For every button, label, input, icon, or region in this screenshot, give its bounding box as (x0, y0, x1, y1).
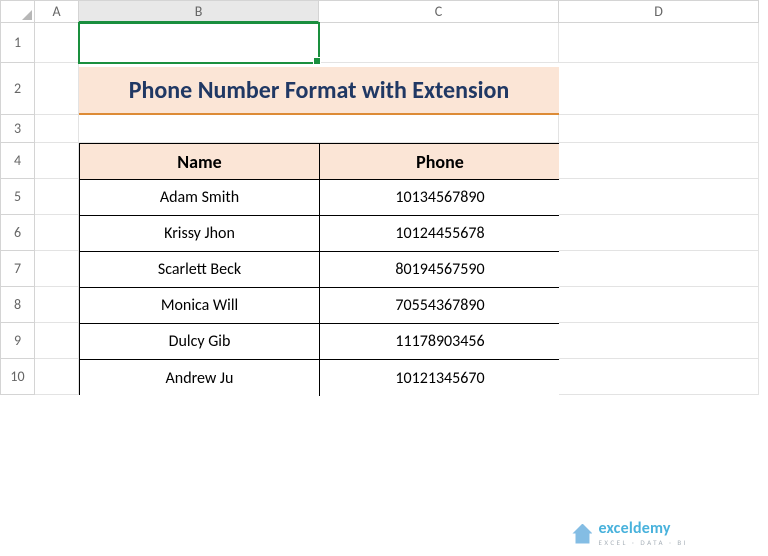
row-header-5[interactable]: 5 (1, 179, 35, 215)
select-all-corner[interactable] (1, 1, 35, 23)
worksheet-grid: A B C D 1 2 Phone Number Format with Ext… (0, 0, 759, 395)
cell-d5[interactable] (559, 179, 759, 215)
cell-d9[interactable] (559, 323, 759, 359)
column-header-d[interactable]: D (559, 1, 759, 23)
table-row[interactable]: Monica Will (80, 288, 320, 324)
row-header-10[interactable]: 10 (1, 359, 35, 395)
table-row[interactable]: 80194567590 (320, 252, 560, 288)
table-row[interactable]: Scarlett Beck (80, 252, 320, 288)
row-header-7[interactable]: 7 (1, 251, 35, 287)
cell-d7[interactable] (559, 251, 759, 287)
table-header-phone: Phone (320, 144, 560, 180)
cell-a9[interactable] (35, 323, 79, 359)
table-header-name: Name (80, 144, 320, 180)
table-row[interactable]: Andrew Ju (80, 360, 320, 396)
cell-a3[interactable] (35, 115, 79, 143)
title-banner: Phone Number Format with Extension (79, 67, 559, 115)
table-row[interactable]: Dulcy Gib (80, 324, 320, 360)
table-row[interactable]: 10121345670 (320, 360, 560, 396)
cell-d3[interactable] (559, 115, 759, 143)
table-row[interactable]: 10124455678 (320, 216, 560, 252)
table-row[interactable]: Krissy Jhon (80, 216, 320, 252)
cell-a4[interactable] (35, 143, 79, 179)
table-row[interactable]: 11178903456 (320, 324, 560, 360)
cell-d2[interactable] (559, 63, 759, 115)
select-all-icon (22, 10, 32, 20)
table-row[interactable]: 10134567890 (320, 180, 560, 216)
cell-a1[interactable] (35, 23, 79, 63)
row-header-9[interactable]: 9 (1, 323, 35, 359)
row-header-3[interactable]: 3 (1, 115, 35, 143)
cell-d8[interactable] (559, 287, 759, 323)
cell-d4[interactable] (559, 143, 759, 179)
column-header-a[interactable]: A (35, 1, 79, 23)
cell-a6[interactable] (35, 215, 79, 251)
row-header-2[interactable]: 2 (1, 63, 35, 115)
column-header-c[interactable]: C (319, 1, 559, 23)
title-text: Phone Number Format with Extension (129, 76, 510, 105)
cell-d1[interactable] (559, 23, 759, 63)
cell-a8[interactable] (35, 287, 79, 323)
cell-d10[interactable] (559, 359, 759, 395)
cell-a2[interactable] (35, 63, 79, 115)
logo-icon (572, 524, 592, 544)
table-row[interactable]: Adam Smith (80, 180, 320, 216)
table-row[interactable]: 70554367890 (320, 288, 560, 324)
row-header-4[interactable]: 4 (1, 143, 35, 179)
cell-a5[interactable] (35, 179, 79, 215)
watermark-tag: EXCEL · DATA · BI (598, 539, 688, 546)
cell-b1[interactable] (79, 23, 319, 63)
cell-a7[interactable] (35, 251, 79, 287)
cell-a10[interactable] (35, 359, 79, 395)
watermark: exceldemy EXCEL · DATA · BI (572, 521, 688, 546)
watermark-brand: exceldemy (598, 521, 688, 537)
cell-bc3[interactable] (79, 115, 559, 143)
cell-c1[interactable] (319, 23, 559, 63)
row-header-8[interactable]: 8 (1, 287, 35, 323)
column-header-b[interactable]: B (79, 1, 319, 23)
row-header-1[interactable]: 1 (1, 23, 35, 63)
data-table: Name Phone Adam Smith 10134567890 Krissy… (79, 143, 559, 395)
row-header-6[interactable]: 6 (1, 215, 35, 251)
cell-d6[interactable] (559, 215, 759, 251)
